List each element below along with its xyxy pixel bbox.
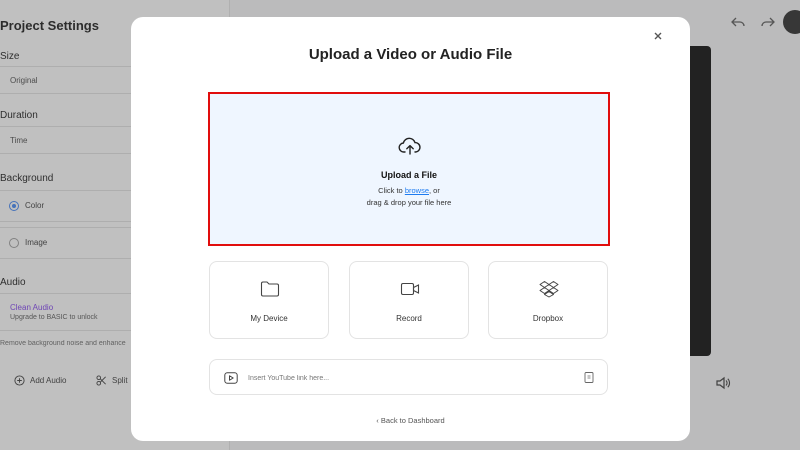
dropbox-icon [539,281,559,298]
my-device-button[interactable]: My Device [209,261,329,339]
upload-dropzone[interactable]: Upload a File Click to browse, or drag &… [208,92,610,246]
dropzone-title: Upload a File [380,170,437,180]
dropzone-instructions: Click to browse, or [210,186,608,195]
back-to-dashboard-label: Back to Dashboard [380,416,445,425]
my-device-label: My Device [250,314,288,323]
dropbox-label: Dropbox [532,314,564,323]
dropzone-click-text: Click to [378,186,405,195]
youtube-icon [224,372,238,384]
cloud-upload-icon [398,137,421,155]
modal-title: Upload a Video or Audio File [308,46,513,63]
camera-icon [400,282,420,296]
youtube-link-input[interactable] [248,370,568,386]
upload-modal: Upload a Video or Audio File Upload a Fi… [131,17,690,441]
dropzone-or-text: , or [429,186,440,195]
chevron-left-icon: ‹ [376,416,379,425]
record-label: Record [396,314,422,323]
dropbox-button[interactable]: Dropbox [488,261,608,339]
folder-icon [260,281,280,297]
browse-link[interactable]: browse [405,186,429,195]
dropzone-drag-text: drag & drop your file here [366,198,452,207]
paste-icon[interactable] [584,371,594,383]
youtube-link-bar [209,359,608,395]
close-icon[interactable] [652,30,664,42]
app-window: Project Settings Size Original Duration … [0,0,800,450]
record-button[interactable]: Record [349,261,469,339]
back-to-dashboard-link[interactable]: ‹ Back to Dashboard [131,416,690,425]
